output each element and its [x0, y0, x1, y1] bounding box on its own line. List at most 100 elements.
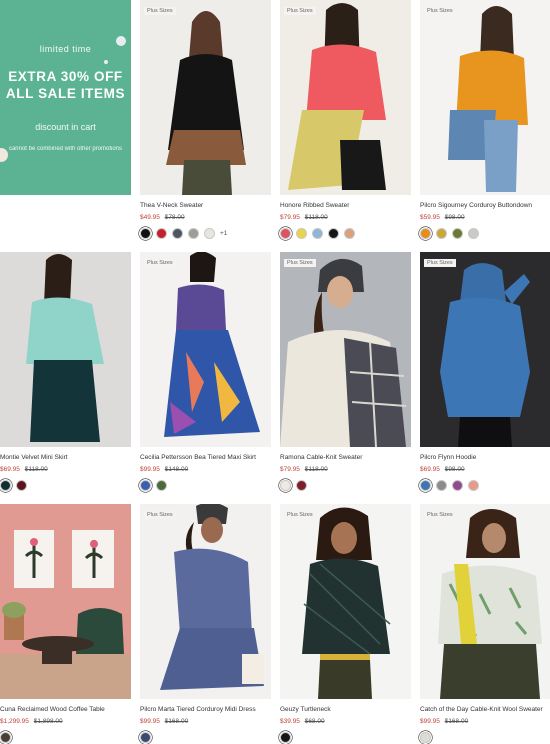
product-photo [280, 252, 411, 447]
sale-price: $99.95 [140, 718, 160, 725]
color-swatch[interactable] [452, 228, 463, 239]
color-swatch[interactable] [468, 480, 479, 491]
product-image[interactable]: Plus Sizes [140, 252, 271, 447]
color-swatches [280, 480, 411, 491]
promo-tile[interactable]: limited time EXTRA 30% OFF ALL SALE ITEM… [0, 0, 131, 252]
color-swatch[interactable] [0, 480, 11, 491]
color-swatches [420, 480, 550, 491]
color-swatch[interactable] [452, 480, 463, 491]
plus-sizes-badge: Plus Sizes [424, 511, 456, 519]
product-image[interactable]: Plus Sizes [140, 504, 271, 699]
product-card[interactable]: Plus Sizes Cecilia Pettersson Bea Tiered… [140, 252, 271, 504]
product-image[interactable]: Plus Sizes [420, 252, 550, 447]
plus-sizes-badge: Plus Sizes [424, 259, 456, 267]
color-swatch[interactable] [16, 480, 27, 491]
plus-sizes-badge: Plus Sizes [284, 511, 316, 519]
color-swatch[interactable] [468, 228, 479, 239]
product-image[interactable] [0, 504, 131, 699]
product-prices: $49.95 $78.00 [140, 214, 271, 221]
sale-price: $79.95 [280, 466, 300, 473]
color-swatch[interactable] [0, 732, 11, 743]
product-name[interactable]: Pilcro Marta Tiered Corduroy Midi Dress [140, 706, 271, 713]
product-card[interactable]: Plus Sizes Pilcro Sigourney Corduroy But… [420, 0, 550, 252]
color-swatch[interactable] [420, 732, 431, 743]
promo-headline-1: EXTRA 30% OFF [8, 68, 123, 84]
sale-price: $69.95 [0, 466, 20, 473]
product-image[interactable] [0, 252, 131, 447]
color-swatch[interactable] [156, 480, 167, 491]
product-image[interactable]: Plus Sizes [280, 0, 411, 195]
product-image[interactable]: Plus Sizes [140, 0, 271, 195]
product-photo [420, 504, 550, 699]
plus-sizes-badge: Plus Sizes [424, 7, 456, 15]
product-card[interactable]: Plus Sizes Pilcro Flynn Hoodie $69.95 $9… [420, 252, 550, 504]
sale-price: $99.95 [140, 466, 160, 473]
product-image[interactable]: Plus Sizes [280, 504, 411, 699]
color-swatch[interactable] [296, 228, 307, 239]
product-card[interactable]: Plus Sizes Pilcro Marta Tiered Corduroy … [140, 504, 271, 744]
product-name[interactable]: Cuna Reclaimed Wood Coffee Table [0, 706, 131, 713]
color-swatch[interactable] [156, 228, 167, 239]
original-price: $118.00 [24, 466, 48, 473]
product-card[interactable]: Plus Sizes Ramona Cable-Knit Sweater $79… [280, 252, 411, 504]
color-swatch[interactable] [420, 480, 431, 491]
product-prices: $69.95 $118.00 [0, 466, 131, 473]
color-swatch[interactable] [436, 228, 447, 239]
product-prices: $79.95 $118.00 [280, 214, 411, 221]
product-image[interactable]: Plus Sizes [420, 504, 550, 699]
product-photo [0, 504, 131, 699]
original-price: $1,898.00 [33, 718, 63, 725]
color-swatch[interactable] [280, 228, 291, 239]
product-name[interactable]: Cecilia Pettersson Bea Tiered Maxi Skirt [140, 454, 271, 461]
promo-banner[interactable]: limited time EXTRA 30% OFF ALL SALE ITEM… [0, 0, 131, 195]
product-photo [140, 0, 271, 195]
color-swatch[interactable] [328, 228, 339, 239]
sale-price: $69.95 [420, 466, 440, 473]
sale-price: $59.95 [420, 214, 440, 221]
product-card[interactable]: Plus Sizes Catch of the Day Cable-Knit W… [420, 504, 550, 744]
product-name[interactable]: Pilcro Flynn Hoodie [420, 454, 550, 461]
color-swatch[interactable] [296, 480, 307, 491]
product-image[interactable]: Plus Sizes [280, 252, 411, 447]
original-price: $168.00 [164, 718, 189, 725]
product-image[interactable]: Plus Sizes [420, 0, 550, 195]
product-card[interactable]: Plus Sizes Thea V-Neck Sweater $49.95 $7… [140, 0, 271, 252]
product-name[interactable]: Pilcro Sigourney Corduroy Buttondown [420, 202, 550, 209]
plus-sizes-badge: Plus Sizes [284, 259, 316, 267]
product-photo [420, 0, 550, 195]
color-swatch[interactable] [204, 228, 215, 239]
product-name[interactable]: Geuzy Turtleneck [280, 706, 411, 713]
product-card[interactable]: Cuna Reclaimed Wood Coffee Table $1,299.… [0, 504, 131, 744]
product-prices: $69.95 $98.00 [420, 466, 550, 473]
product-photo [140, 252, 271, 447]
color-swatch[interactable] [312, 228, 323, 239]
product-name[interactable]: Honore Ribbed Sweater [280, 202, 411, 209]
product-card[interactable]: Plus Sizes Honore Ribbed Sweater $79.95 … [280, 0, 411, 252]
color-swatch[interactable] [280, 480, 291, 491]
more-colors-link[interactable]: +1 [220, 230, 227, 237]
product-card[interactable]: Montie Velvet Mini Skirt $69.95 $118.00 [0, 252, 131, 504]
plus-sizes-badge: Plus Sizes [144, 7, 176, 15]
color-swatch[interactable] [420, 228, 431, 239]
color-swatch[interactable] [436, 480, 447, 491]
original-price: $98.00 [444, 466, 465, 473]
color-swatches [280, 732, 411, 743]
product-card[interactable]: Plus Sizes Geuzy Turtleneck $39.95 $68.0… [280, 504, 411, 744]
product-grid: limited time EXTRA 30% OFF ALL SALE ITEM… [0, 0, 550, 744]
product-name[interactable]: Thea V-Neck Sweater [140, 202, 271, 209]
plus-sizes-badge: Plus Sizes [144, 511, 176, 519]
color-swatch[interactable] [188, 228, 199, 239]
product-photo [420, 252, 550, 447]
product-name[interactable]: Ramona Cable-Knit Sweater [280, 454, 411, 461]
color-swatch[interactable] [140, 480, 151, 491]
color-swatches [0, 732, 131, 743]
product-name[interactable]: Montie Velvet Mini Skirt [0, 454, 131, 461]
color-swatch[interactable] [140, 228, 151, 239]
color-swatch[interactable] [172, 228, 183, 239]
product-prices: $99.95 $168.00 [420, 718, 550, 725]
color-swatch[interactable] [344, 228, 355, 239]
original-price: $68.00 [304, 718, 325, 725]
color-swatch[interactable] [280, 732, 291, 743]
product-name[interactable]: Catch of the Day Cable-Knit Wool Sweater [420, 706, 550, 713]
color-swatch[interactable] [140, 732, 151, 743]
